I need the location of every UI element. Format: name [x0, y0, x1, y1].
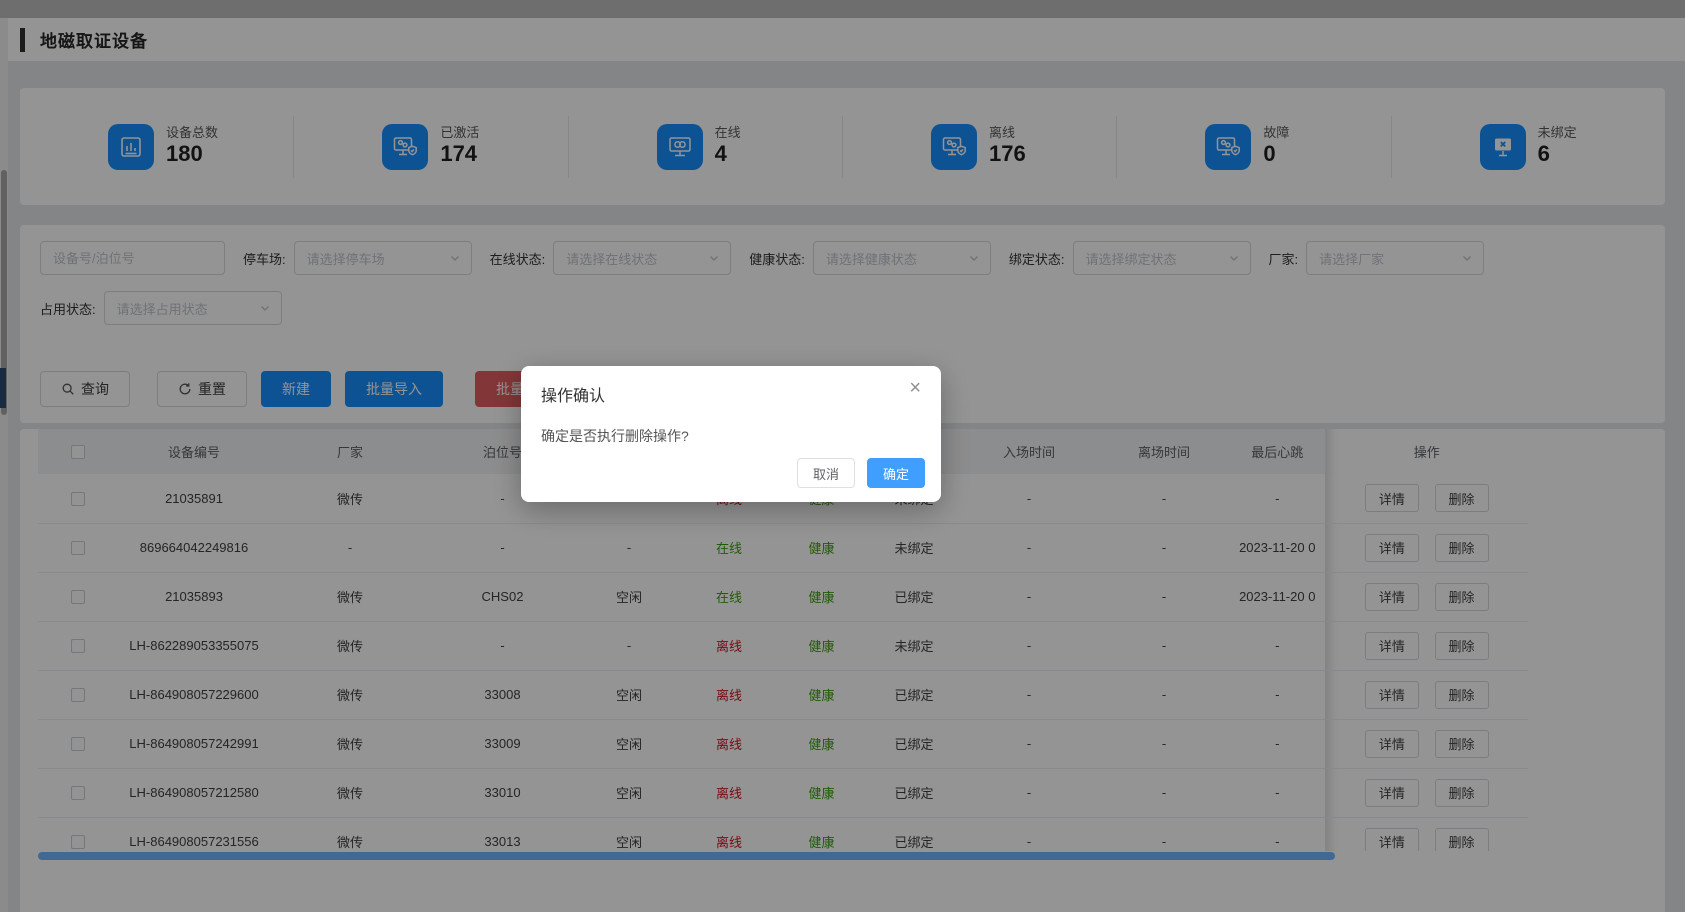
- close-icon[interactable]: ×: [909, 378, 921, 398]
- modal-title: 操作确认: [541, 388, 606, 405]
- cancel-button[interactable]: 取消: [796, 458, 855, 488]
- modal-message: 确定是否执行删除操作?: [541, 428, 689, 444]
- confirm-button[interactable]: 确定: [866, 458, 925, 488]
- confirm-modal: 操作确认 × 确定是否执行删除操作? 取消 确定: [521, 366, 941, 502]
